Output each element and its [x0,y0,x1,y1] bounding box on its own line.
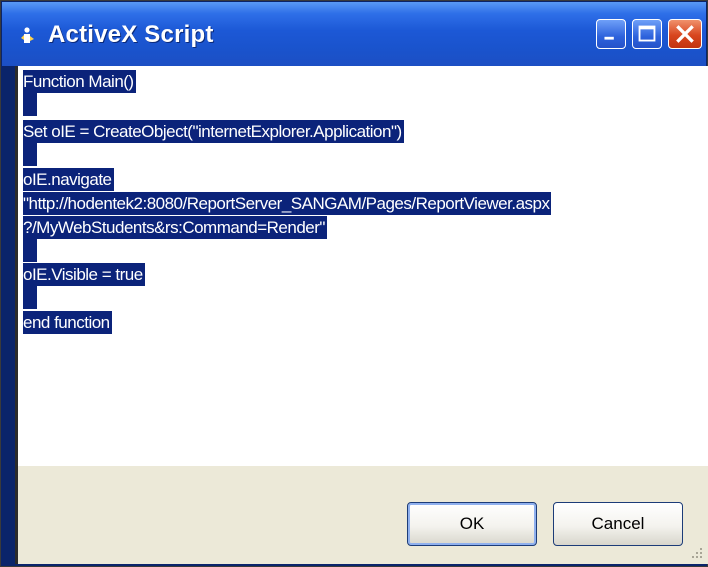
code-line: end function [23,311,112,334]
button-bar: OK Cancel [15,466,708,564]
code-line: oIE.navigate [23,168,114,191]
close-icon [676,25,694,43]
title-bar[interactable]: ActiveX Script [2,2,706,66]
maximize-button[interactable] [632,19,662,49]
code-line: "http://hodentek2:8080/ReportServer_SANG… [23,192,552,215]
code-line-blank [23,93,37,116]
minimize-icon [604,36,614,40]
minimize-button[interactable] [596,19,626,49]
script-app-icon [21,27,34,43]
code-line: Set oIE = CreateObject("internetExplorer… [23,120,404,143]
code-line-blank [23,239,37,262]
code-line-blank [23,143,37,166]
code-line-blank [23,286,37,309]
code-line: oIE.Visible = true [23,263,145,286]
maximize-icon [638,25,656,42]
ok-button[interactable]: OK [407,502,537,546]
code-line: Function Main() [23,70,136,93]
close-button[interactable] [668,19,702,49]
code-line: ?/MyWebStudents&rs:Command=Render" [23,216,327,239]
window-title: ActiveX Script [48,21,214,48]
resize-grip-icon[interactable] [690,546,704,560]
cancel-button[interactable]: Cancel [553,502,683,546]
activex-script-dialog: ActiveX Script Function Main() Set oIE =… [0,0,708,567]
script-editor[interactable]: Function Main() Set oIE = CreateObject("… [15,66,708,466]
